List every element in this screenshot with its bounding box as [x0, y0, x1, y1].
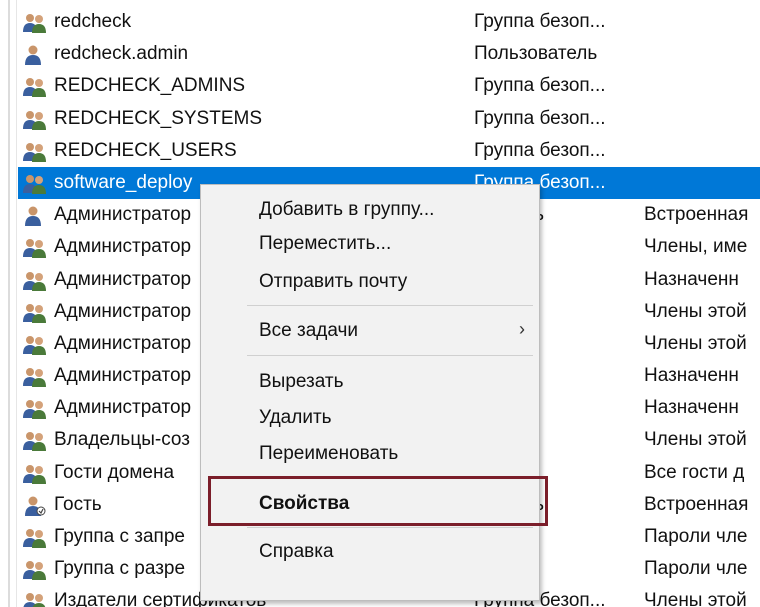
object-name: Администратор [54, 365, 192, 387]
menu-item-delete[interactable]: Удалить [259, 407, 332, 429]
group-icon [22, 463, 48, 485]
object-description: Назначенн [644, 397, 739, 419]
object-name: Администратор [54, 268, 192, 290]
menu-item-all-tasks[interactable]: Все задачи [259, 320, 358, 342]
list-item[interactable]: REDCHECK_ADMINS Группа безоп... [18, 70, 760, 102]
properties-highlight-box [208, 476, 548, 526]
context-menu: Добавить в группу... Переместить... Отпр… [200, 184, 540, 601]
menu-separator [247, 305, 533, 306]
group-icon [22, 398, 48, 420]
object-name: Гость [54, 493, 102, 515]
user-icon [22, 44, 48, 66]
object-name: Владельцы-соз [54, 429, 190, 451]
group-icon [22, 591, 48, 607]
object-description: Пароли чле [644, 558, 748, 580]
object-description: Члены этой [644, 300, 747, 322]
group-icon [22, 237, 48, 259]
object-name: Администратор [54, 236, 192, 258]
group-icon [22, 334, 48, 356]
menu-item-add-to-group[interactable]: Добавить в группу... [259, 199, 434, 221]
object-name: Администратор [54, 397, 192, 419]
object-name: REDCHECK_ADMINS [54, 75, 246, 97]
object-description: Члены этой [644, 332, 747, 354]
object-name: redcheck [54, 11, 132, 32]
user-icon [22, 205, 48, 227]
object-name: REDCHECK_USERS [54, 139, 237, 161]
object-type: Пользователь [474, 43, 598, 65]
group-icon [22, 366, 48, 388]
list-item[interactable]: redcheck.admin Пользователь [18, 38, 760, 70]
menu-item-rename[interactable]: Переименовать [259, 443, 398, 465]
group-icon [22, 12, 48, 34]
chevron-right-icon: › [519, 319, 525, 339]
object-name: Группа с разре [54, 558, 186, 580]
object-description: Члены, име [644, 236, 748, 258]
ad-users-computers-list: redcheck Группа безоп... redcheck.admin Пол… [0, 0, 760, 607]
object-description: Все гости д [644, 461, 745, 483]
object-description: Назначенн [644, 365, 739, 387]
group-icon [22, 559, 48, 581]
menu-item-help[interactable]: Справка [259, 541, 334, 563]
object-type: Группа безоп... [474, 11, 606, 32]
object-description: Пароли чле [644, 526, 748, 547]
object-name: REDCHECK_SYSTEMS [54, 107, 262, 129]
list-item[interactable]: REDCHECK_SYSTEMS Группа безоп... [18, 103, 760, 135]
group-icon [22, 527, 48, 549]
group-icon [22, 109, 48, 131]
object-description: Назначенн [644, 268, 739, 290]
group-icon [22, 76, 48, 98]
menu-item-move[interactable]: Переместить... [259, 233, 391, 255]
group-icon [22, 302, 48, 324]
object-type: Группа безоп... [474, 139, 606, 161]
tree-border [8, 0, 10, 607]
menu-item-cut[interactable]: Вырезать [259, 371, 344, 393]
object-description: Встроенная [644, 493, 749, 515]
group-icon [22, 430, 48, 452]
tree-border-inner [16, 0, 17, 607]
object-description: Встроенная [644, 204, 749, 226]
user-disabled-icon [22, 495, 48, 517]
object-description: Члены этой [644, 429, 747, 451]
object-name: software_deploy [54, 171, 193, 193]
object-type: Группа безоп... [474, 107, 606, 129]
list-item[interactable]: redcheck Группа безоп... [18, 6, 760, 38]
menu-separator [247, 355, 533, 356]
object-name: Администратор [54, 332, 192, 354]
object-name: Группа с запре [54, 526, 185, 547]
object-type: Группа безоп... [474, 75, 606, 97]
object-description: Члены этой [644, 590, 747, 607]
object-name: Гости домена [54, 461, 175, 483]
group-icon [22, 270, 48, 292]
list-item[interactable]: REDCHECK_USERS Группа безоп... [18, 135, 760, 167]
menu-separator [247, 527, 533, 528]
group-icon [22, 141, 48, 163]
group-icon [22, 173, 48, 195]
object-name: Администратор [54, 204, 192, 226]
object-name: redcheck.admin [54, 43, 189, 65]
menu-item-send-mail[interactable]: Отправить почту [259, 271, 407, 293]
object-name: Администратор [54, 300, 192, 322]
